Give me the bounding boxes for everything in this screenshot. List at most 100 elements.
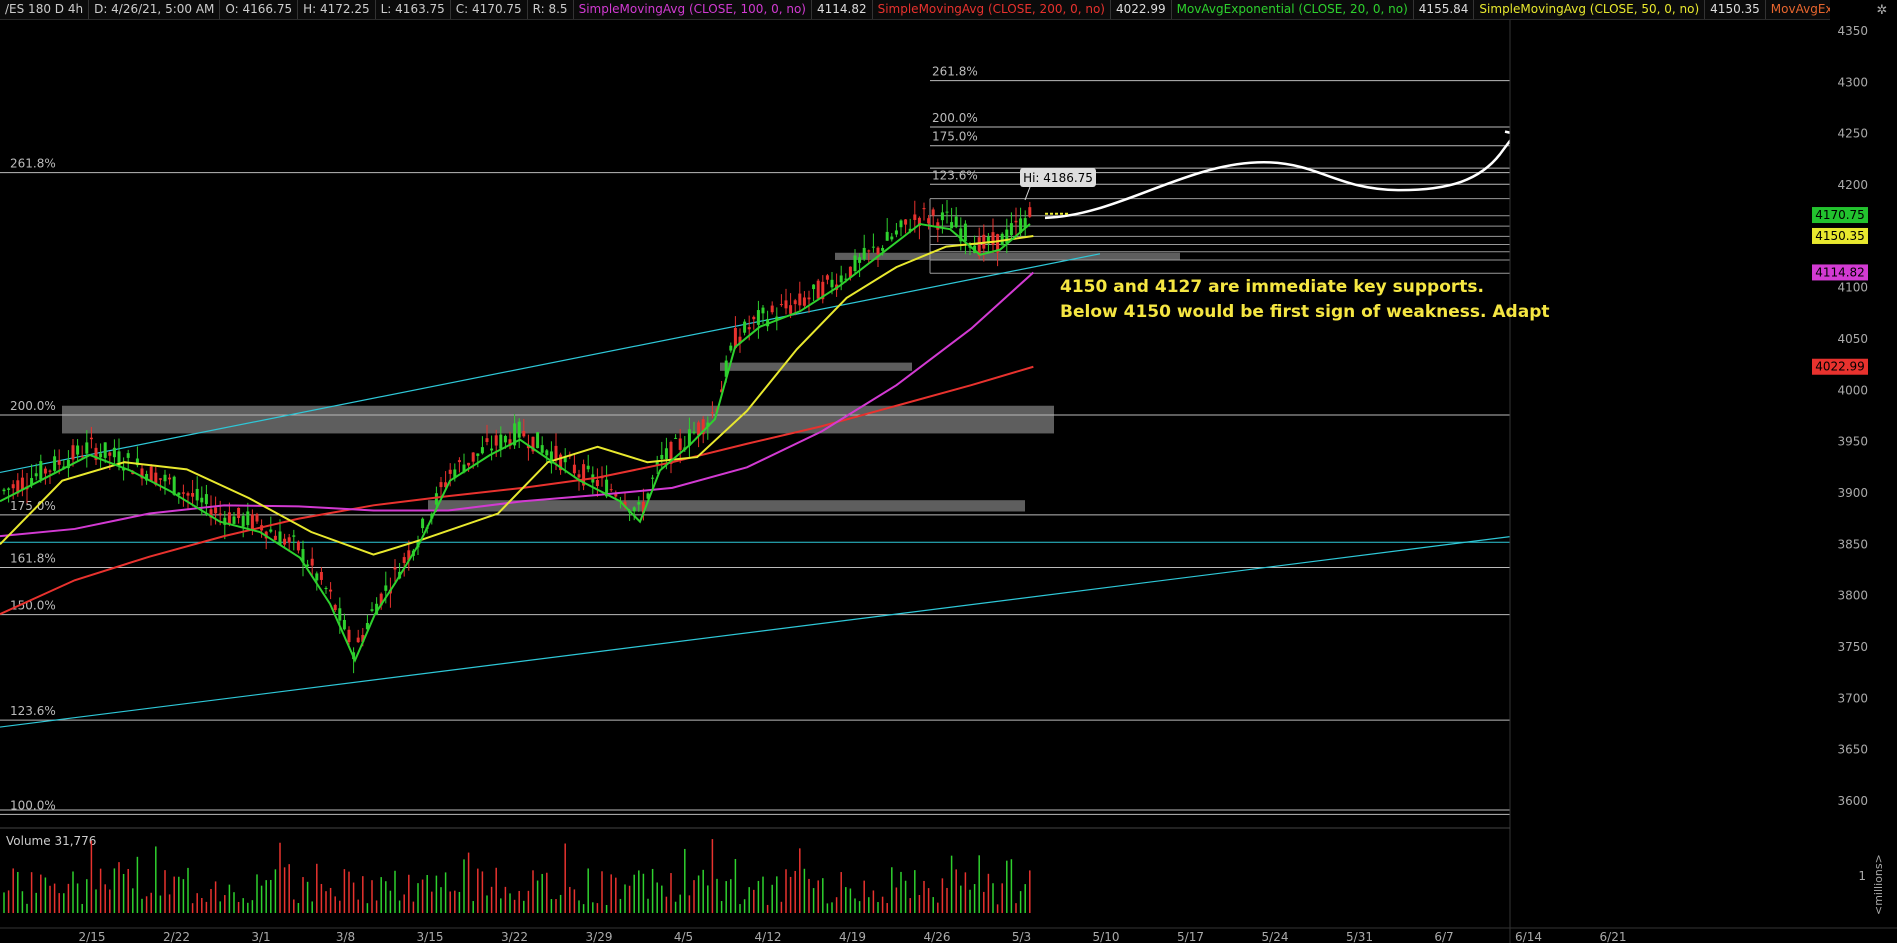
candle-body bbox=[214, 507, 218, 514]
fib-label: 175.0% bbox=[932, 130, 978, 144]
candle-body bbox=[729, 345, 733, 351]
y-tick-label: 3800 bbox=[1837, 589, 1868, 603]
y-tick-label: 4350 bbox=[1837, 24, 1868, 38]
x-tick-label: 5/3 bbox=[1012, 930, 1031, 943]
y-tick-label: 3600 bbox=[1837, 794, 1868, 808]
candle-body bbox=[890, 236, 894, 240]
price-badge-label: 4170.75 bbox=[1815, 208, 1865, 222]
candle-body bbox=[710, 412, 714, 414]
candle-body bbox=[674, 437, 678, 439]
candle-body bbox=[485, 438, 489, 442]
candle-body bbox=[467, 462, 471, 466]
candle-body bbox=[99, 453, 103, 458]
candle-body bbox=[218, 513, 222, 515]
x-tick-label: 2/15 bbox=[79, 930, 106, 943]
candle-body bbox=[931, 209, 935, 216]
candle-body bbox=[904, 219, 908, 225]
candle-body bbox=[126, 453, 130, 458]
candle-body bbox=[310, 558, 314, 566]
candle-body bbox=[545, 450, 549, 456]
candle-body bbox=[269, 529, 273, 532]
x-tick-label: 5/17 bbox=[1177, 930, 1204, 943]
candle-body bbox=[356, 637, 360, 643]
candle-body bbox=[255, 514, 259, 522]
candle-body bbox=[830, 279, 834, 288]
candle-body bbox=[789, 305, 793, 314]
ma-line bbox=[0, 365, 1034, 616]
candle-body bbox=[80, 456, 84, 458]
candle-body bbox=[586, 465, 590, 470]
candle-body bbox=[89, 437, 93, 440]
candle-body bbox=[853, 255, 857, 272]
candle-body bbox=[227, 512, 231, 524]
candle-body bbox=[816, 280, 820, 299]
candle-body bbox=[494, 435, 498, 446]
price-badge-label: 4150.35 bbox=[1815, 229, 1865, 243]
candle-body bbox=[1005, 229, 1009, 244]
candle-body bbox=[609, 489, 613, 491]
support-zone bbox=[720, 362, 912, 371]
x-tick-label: 2/22 bbox=[163, 930, 190, 943]
candle-body bbox=[913, 214, 917, 220]
candle-body bbox=[572, 464, 576, 474]
candle-body bbox=[761, 307, 765, 314]
price-badge-label: 4022.99 bbox=[1815, 360, 1865, 374]
candle-body bbox=[319, 571, 323, 580]
candle-body bbox=[480, 447, 484, 454]
resistance-zone bbox=[62, 405, 1054, 434]
trend-line bbox=[0, 253, 1101, 474]
annotation-line-1: 4150 and 4127 are immediate key supports… bbox=[1060, 277, 1484, 297]
x-tick-label: 6/7 bbox=[1434, 930, 1453, 943]
candle-body bbox=[770, 305, 774, 313]
candle-body bbox=[448, 469, 452, 474]
candle-body bbox=[292, 535, 296, 537]
candle-body bbox=[315, 573, 319, 581]
candle-body bbox=[991, 232, 995, 245]
fib-label: 261.8% bbox=[10, 157, 56, 171]
candle-body bbox=[384, 585, 388, 591]
ma-line bbox=[0, 271, 1035, 538]
candle-body bbox=[743, 321, 747, 333]
candle-body bbox=[191, 492, 195, 497]
candle-body bbox=[71, 445, 75, 460]
candle-body bbox=[347, 629, 351, 643]
candle-body bbox=[181, 492, 185, 494]
candle-body bbox=[168, 477, 172, 480]
annotation-line-2: Below 4150 would be first sign of weakne… bbox=[1060, 302, 1550, 322]
candle-body bbox=[11, 484, 15, 489]
y-tick-label: 4050 bbox=[1837, 332, 1868, 346]
price-badge-label: 4114.82 bbox=[1815, 265, 1865, 279]
candle-body bbox=[807, 297, 811, 300]
candle-body bbox=[798, 293, 802, 306]
candle-body bbox=[1014, 220, 1018, 223]
y-tick-label: 3900 bbox=[1837, 486, 1868, 500]
candle-body bbox=[927, 218, 931, 224]
candle-body bbox=[287, 537, 291, 543]
candle-body bbox=[945, 211, 949, 213]
candle-body bbox=[784, 300, 788, 309]
fib-label: 200.0% bbox=[932, 111, 978, 125]
candle-body bbox=[342, 619, 346, 630]
candle-body bbox=[149, 466, 153, 482]
candle-body bbox=[660, 454, 664, 459]
candle-body bbox=[825, 275, 829, 280]
x-tick-label: 4/19 bbox=[839, 930, 866, 943]
candle-body bbox=[867, 250, 871, 252]
candle-body bbox=[885, 231, 889, 241]
x-tick-label: 4/26 bbox=[924, 930, 951, 943]
candle-body bbox=[57, 460, 61, 465]
price-chart[interactable]: 261.8%200.0%$3976175.0%$3878.75161.8%$38… bbox=[0, 0, 1897, 943]
candle-body bbox=[43, 468, 47, 474]
candle-body bbox=[76, 445, 80, 455]
y-tick-label: 4000 bbox=[1837, 383, 1868, 397]
x-tick-label: 5/24 bbox=[1262, 930, 1289, 943]
candle-body bbox=[471, 452, 475, 462]
candle-body bbox=[20, 477, 24, 490]
candle-body bbox=[237, 507, 241, 518]
candle-body bbox=[112, 447, 116, 458]
candle-body bbox=[490, 448, 494, 451]
fib-label: 261.8% bbox=[932, 65, 978, 79]
x-tick-label: 3/22 bbox=[501, 930, 528, 943]
x-tick-label: 6/21 bbox=[1600, 930, 1627, 943]
candle-body bbox=[871, 246, 875, 248]
